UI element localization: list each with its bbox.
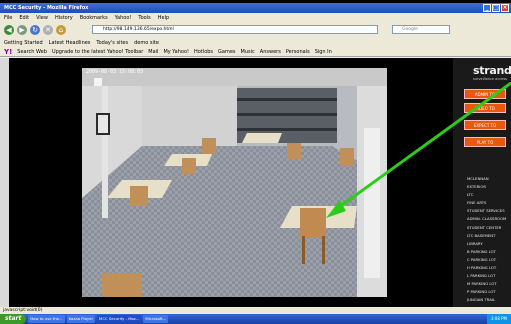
back-icon[interactable]: ◀ [4, 25, 14, 35]
yahoo-item[interactable]: Music [241, 49, 255, 55]
bookmark-getting-started[interactable]: Getting Started [4, 40, 43, 46]
taskbar-item[interactable]: Microsoft... [143, 315, 169, 323]
bookmark-todays-sites[interactable]: Today's sites [96, 40, 128, 46]
location-item[interactable]: LTC BASEMENT [467, 232, 511, 240]
menu-tools[interactable]: Tools [138, 15, 150, 21]
logo-tagline: surveillance access [473, 77, 507, 81]
location-item[interactable]: LIBRARY [467, 240, 511, 248]
location-item[interactable]: H PARKING LOT [467, 264, 511, 272]
reload-icon[interactable]: ↻ [30, 25, 40, 35]
camera-timestamp: 2009-08-03 15:08:03 [86, 69, 144, 75]
location-item[interactable]: LTC [467, 191, 511, 199]
camera-feed[interactable]: 2009-08-03 15:08:03 [82, 68, 387, 297]
menu-bookmarks[interactable]: Bookmarks [80, 15, 108, 21]
close-icon[interactable]: × [501, 4, 509, 12]
location-item[interactable]: EXTERIOR [467, 183, 511, 191]
yahoo-item[interactable]: My Yahoo! [163, 49, 189, 55]
camera-scene [82, 68, 387, 297]
windows-taskbar: start How to use the... Kazaa Player MCC… [0, 314, 511, 324]
status-text: javascript:void(0) [3, 308, 43, 313]
yahoo-logo[interactable]: Y! [4, 48, 12, 56]
location-item[interactable]: FINE ARTS [467, 199, 511, 207]
system-tray-clock: 3:08 PM [486, 314, 511, 324]
taskbar-item[interactable]: How to use the... [28, 315, 65, 323]
location-item[interactable]: P PARKING LOT [467, 288, 511, 296]
address-bar[interactable]: http://98.149.136.65/expo.html [92, 25, 378, 34]
yahoo-item[interactable]: Personals [286, 49, 310, 55]
bookmark-latest-headlines[interactable]: Latest Headlines [49, 40, 91, 46]
location-item[interactable]: STUDENT SERVICES [467, 207, 511, 215]
yahoo-item[interactable]: Mail [148, 49, 158, 55]
yahoo-item[interactable]: Upgrade to the latest Yahoo! Toolbar [52, 49, 143, 55]
yahoo-toolbar: Y! Search Web Upgrade to the latest Yaho… [0, 47, 511, 57]
location-list: MCLENNAN EXTERIOR LTC FINE ARTS STUDENT … [467, 175, 511, 313]
location-item[interactable]: STUDENT CENTER [467, 224, 511, 232]
yahoo-item[interactable]: Answers [260, 49, 281, 55]
status-bar: javascript:void(0) [0, 307, 511, 314]
left-gray-strip [0, 58, 9, 307]
location-item[interactable]: MCLENNAN [467, 175, 511, 183]
yahoo-search-button[interactable]: Search Web [17, 49, 47, 55]
window-title: MCC Security - Mozilla Firefox [4, 5, 89, 11]
panel-button-expect[interactable]: EXPECT TO [464, 120, 506, 130]
maximize-icon[interactable]: □ [492, 4, 500, 12]
menu-file[interactable]: File [4, 15, 12, 21]
home-icon[interactable]: ⌂ [56, 25, 66, 35]
bookmarks-toolbar: Getting Started Latest Headlines Today's… [0, 38, 511, 47]
page-content: 2009-08-03 15:08:03 strand surveillance … [0, 58, 511, 311]
location-item[interactable]: B PARKING LOT [467, 248, 511, 256]
panel-button-video[interactable]: VIDEO TO [464, 103, 506, 113]
navigation-toolbar: ◀ ▶ ↻ ✕ ⌂ http://98.149.136.65/expo.html… [0, 22, 511, 38]
window-controls: _ □ × [483, 4, 509, 12]
menu-edit[interactable]: Edit [19, 15, 29, 21]
yahoo-item[interactable]: Sign In [315, 49, 332, 55]
location-item[interactable]: M PARKING LOT [467, 280, 511, 288]
window-titlebar: MCC Security - Mozilla Firefox _ □ × [0, 3, 511, 13]
taskbar-item[interactable]: MCC Security - Moz... [97, 315, 142, 323]
taskbar-item[interactable]: Kazaa Player [66, 315, 96, 323]
strand-logo: strand [473, 64, 511, 77]
yahoo-item[interactable]: Games [218, 49, 236, 55]
location-item[interactable]: JUNGIAN TRAIL [467, 296, 511, 304]
location-item[interactable]: ADMIN. CLASSROOM [467, 215, 511, 223]
search-placeholder: Google [402, 27, 418, 32]
panel-button-play[interactable]: PLAY TO [464, 137, 506, 147]
location-item[interactable]: L PARKING LOT [467, 272, 511, 280]
forward-icon[interactable]: ▶ [17, 25, 27, 35]
menu-bar: File Edit View History Bookmarks Yahoo! … [0, 13, 511, 22]
location-item[interactable]: C PARKING LOT [467, 256, 511, 264]
menu-help[interactable]: Help [158, 15, 169, 21]
menu-view[interactable]: View [36, 15, 48, 21]
search-input[interactable]: Google [392, 25, 450, 34]
panel-button-admin[interactable]: ADMIN TO [464, 89, 506, 99]
yahoo-item[interactable]: Hotlobs [194, 49, 213, 55]
menu-yahoo[interactable]: Yahoo! [115, 15, 132, 21]
address-text: http://98.149.136.65/expo.html [103, 27, 174, 32]
menu-history[interactable]: History [55, 15, 73, 21]
bookmark-demo-site[interactable]: demo site [134, 40, 159, 46]
start-button[interactable]: start [0, 314, 27, 324]
minimize-icon[interactable]: _ [483, 4, 491, 12]
stop-icon[interactable]: ✕ [43, 25, 53, 35]
